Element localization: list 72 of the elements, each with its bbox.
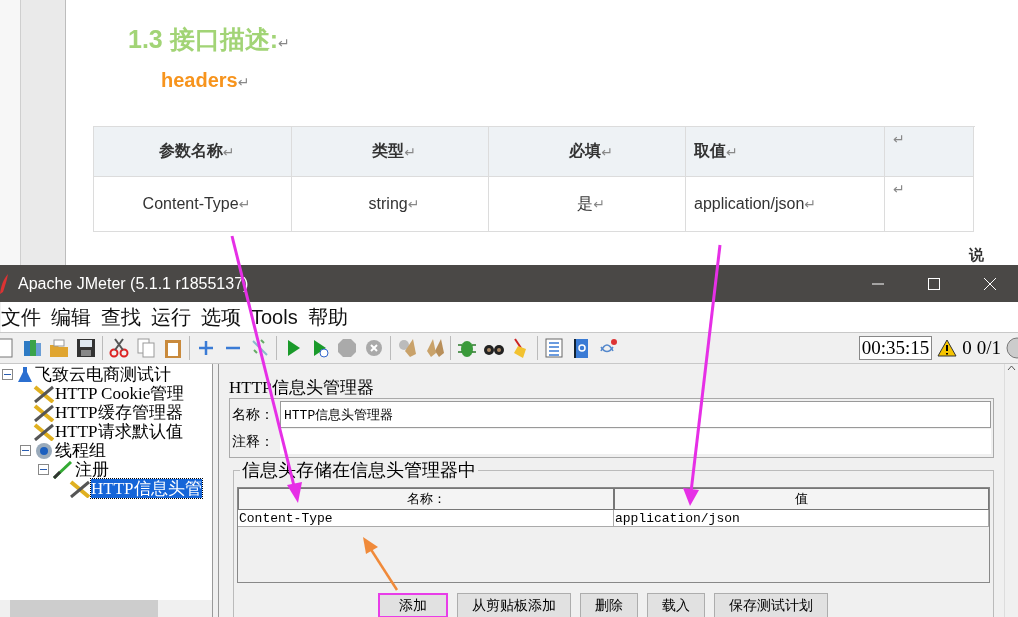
flask-icon — [15, 366, 35, 383]
table-header: 类型↵ — [292, 127, 489, 177]
tree-item[interactable]: HTTP信息头管 — [91, 479, 202, 498]
save-icon[interactable] — [75, 337, 97, 359]
menu-item[interactable]: 文件 — [1, 303, 41, 331]
column-header[interactable]: 名称： — [238, 488, 614, 510]
close-circle-icon[interactable] — [363, 337, 385, 359]
side-text: 说 — [969, 246, 984, 265]
name-field[interactable]: HTTP信息头管理器 — [280, 401, 991, 428]
menu-item[interactable]: 查找 — [101, 303, 141, 331]
tree-item[interactable]: HTTP请求默认值 — [55, 422, 183, 441]
error-count: 0 — [962, 337, 972, 359]
annotation-arrow — [363, 537, 399, 591]
wrench-icon — [33, 422, 55, 441]
action-button[interactable]: 载入 — [647, 593, 705, 617]
table-cell[interactable]: application/json — [614, 510, 989, 527]
table-cell[interactable]: Content-Type — [238, 510, 614, 527]
tree-item[interactable]: 注册 — [75, 460, 109, 479]
gear-icon — [33, 441, 55, 460]
subheading: headers↵ — [161, 69, 250, 91]
remote-icon[interactable] — [1006, 337, 1018, 359]
collapse-icon[interactable] — [20, 445, 31, 456]
action-button[interactable]: 从剪贴板添加 — [457, 593, 571, 617]
maximize-icon[interactable] — [928, 277, 940, 290]
table-header: ↵ — [885, 127, 974, 177]
minimize-icon[interactable] — [872, 282, 884, 285]
stop-icon[interactable] — [336, 337, 358, 359]
action-button[interactable]: 保存测试计划 — [714, 593, 828, 617]
table-cell: application/json↵ — [686, 177, 885, 232]
collapse-icon[interactable] — [38, 464, 49, 475]
collapse-icon[interactable] — [2, 369, 13, 380]
table-cell: ↵ — [885, 177, 974, 232]
pipette-icon — [51, 460, 75, 479]
field-label: 名称： — [232, 405, 275, 424]
list-icon[interactable] — [543, 337, 565, 359]
tree-item[interactable]: 线程组 — [55, 441, 106, 460]
thread-count: 0/1 — [976, 337, 1001, 359]
menu-item[interactable]: 选项 — [201, 303, 241, 331]
table-cell: string↵ — [292, 177, 489, 232]
menu-item[interactable]: 编辑 — [51, 303, 91, 331]
table-cell: Content-Type↵ — [94, 177, 292, 232]
wrench-icon — [69, 479, 91, 498]
tree-item[interactable]: 飞致云电商测试计 — [35, 365, 171, 384]
vertical-scrollbar[interactable] — [1004, 364, 1018, 617]
field-label: 注释： — [232, 432, 275, 451]
action-button[interactable]: 删除 — [580, 593, 638, 617]
new-file-icon[interactable] — [0, 337, 16, 359]
tree-item[interactable]: HTTP Cookie管理 — [55, 384, 185, 403]
table-header: 参数名称↵ — [94, 127, 292, 177]
table-cell: 是↵ — [489, 177, 686, 232]
scissors-icon[interactable] — [108, 337, 130, 359]
copy-icon[interactable] — [135, 337, 157, 359]
horizontal-scrollbar[interactable] — [0, 600, 212, 617]
table-header: 取值↵ — [686, 127, 885, 177]
broom-gear-icon[interactable] — [396, 337, 418, 359]
books-icon[interactable] — [21, 337, 43, 359]
action-button[interactable]: 添加 — [378, 593, 448, 617]
wrench-icon — [33, 384, 55, 403]
comment-field[interactable] — [280, 429, 991, 454]
heading: 1.3 接口描述:↵ — [128, 25, 290, 53]
clipboard-icon[interactable] — [162, 337, 184, 359]
table-header: 必填↵ — [489, 127, 686, 177]
timer: 00:35:15 — [858, 336, 933, 360]
close-icon[interactable] — [984, 277, 996, 290]
tree-item[interactable]: HTTP缓存管理器 — [55, 403, 183, 422]
feather-icon — [0, 273, 10, 294]
menu-item[interactable]: 帮助 — [307, 303, 348, 331]
menu-item[interactable]: 运行 — [151, 303, 191, 331]
warning-icon[interactable] — [937, 339, 958, 357]
wrench-icon — [33, 403, 55, 422]
column-header[interactable]: 值 — [614, 488, 989, 510]
folder-icon[interactable] — [48, 337, 70, 359]
